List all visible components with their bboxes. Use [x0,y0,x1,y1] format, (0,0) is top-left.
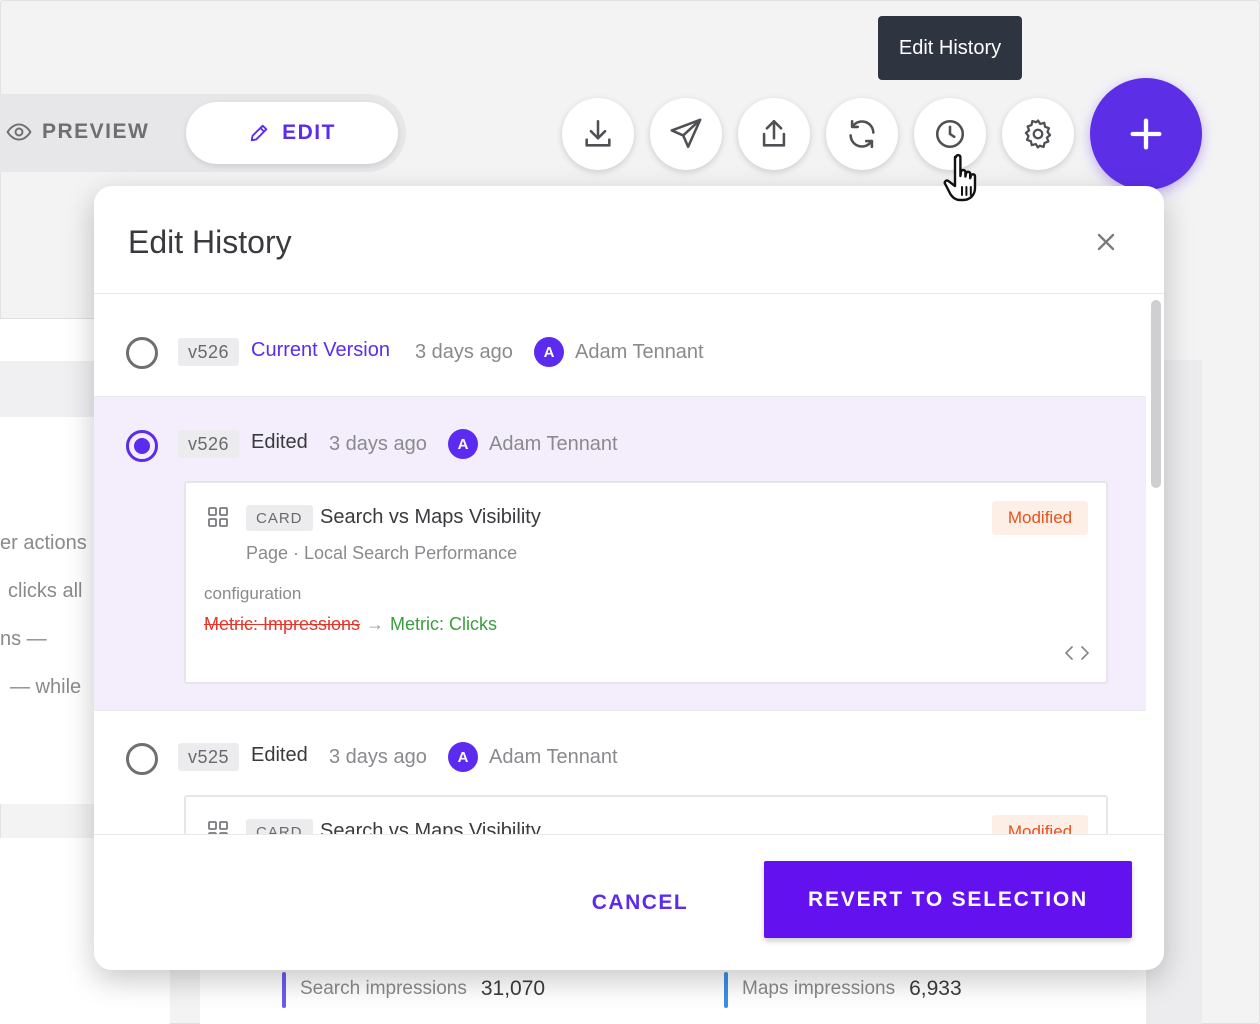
edit-label: EDIT [282,121,336,144]
settings-button[interactable] [1002,98,1074,170]
background-panel [0,318,100,804]
avatar: A [534,337,564,367]
revert-to-selection-button[interactable]: REVERT TO SELECTION [764,861,1132,938]
version-status: Edited [251,744,308,766]
share-button[interactable] [738,98,810,170]
add-button[interactable] [1090,78,1202,190]
dialog-title: Edit History [128,224,292,260]
code-icon[interactable] [1064,643,1090,663]
modified-badge: Modified [992,815,1088,834]
diff-new-value: Metric: Clicks [390,614,498,634]
version-timestamp: 3 days ago [415,341,513,363]
change-type-badge: CARD [246,819,313,834]
close-icon[interactable] [1092,228,1120,256]
history-entry[interactable]: v525 Edited 3 days ago A Adam Tennant CA… [94,711,1146,834]
stat-label: Search impressions [300,978,467,999]
edit-tab[interactable]: EDIT [186,102,398,164]
send-button[interactable] [650,98,722,170]
version-radio[interactable] [126,337,158,369]
change-card: CARD Search vs Maps Visibility Modified [184,795,1108,834]
version-timestamp: 3 days ago [329,433,427,455]
eye-icon [6,123,32,141]
stat-value: 31,070 [480,977,546,1000]
change-card-title: Search vs Maps Visibility [320,820,541,834]
gear-icon [1024,119,1052,149]
change-page-path: Page · Local Search Performance [246,543,518,563]
dialog-header: Edit History [94,186,1164,294]
stat-maps-impressions: Maps impressions 6,933 [724,972,962,1008]
background-text: ns — [0,628,47,650]
grid-icon [208,821,228,834]
stat-color-bar [282,972,286,1008]
plus-icon [1130,118,1162,150]
diff-old-value: Metric: Impressions [204,614,361,634]
history-icon [935,119,965,149]
background-text: er actions [0,532,87,554]
refresh-icon [849,119,875,149]
version-badge: v526 [178,338,240,366]
change-card-title: Search vs Maps Visibility [320,506,541,528]
version-badge: v525 [178,743,240,771]
version-status: Edited [251,431,308,453]
history-entry-selected[interactable]: v526 Edited 3 days ago A Adam Tennant CA… [94,397,1146,711]
stat-color-bar [724,972,728,1008]
author-name: Adam Tennant [575,341,704,363]
scrollbar[interactable] [1148,294,1164,834]
stat-search-impressions: Search impressions 31,070 [282,972,546,1008]
download-icon [585,119,611,147]
stat-value: 6,933 [909,977,962,1000]
author-name: Adam Tennant [489,746,618,768]
diff-arrow: → [366,614,385,634]
version-radio[interactable] [126,743,158,775]
background-text: clicks all [8,580,83,602]
download-button[interactable] [562,98,634,170]
change-field-label: configuration [204,584,302,603]
hand-cursor-icon [943,154,977,202]
author-name: Adam Tennant [489,433,618,455]
version-status: Current Version [251,339,390,361]
cancel-button[interactable]: CANCEL [572,883,708,923]
edit-history-tooltip: Edit History [878,16,1022,80]
modified-badge: Modified [992,501,1088,535]
avatar: A [448,429,478,459]
pencil-icon [250,124,268,142]
scrollbar-thumb[interactable] [1151,300,1161,488]
preview-label: PREVIEW [42,120,150,143]
history-entry[interactable]: v526 Current Version 3 days ago A Adam T… [94,294,1146,397]
change-type-badge: CARD [246,505,313,531]
send-icon [670,118,702,149]
refresh-button[interactable] [826,98,898,170]
version-radio-selected[interactable] [126,430,158,462]
background-panel-header [0,361,100,417]
avatar: A [448,742,478,772]
mode-toggle: PREVIEW EDIT [0,94,406,172]
edit-history-dialog: Edit History v526 Current Version 3 days… [94,186,1164,970]
dialog-footer: CANCEL REVERT TO SELECTION [94,834,1164,970]
preview-tab[interactable]: PREVIEW [6,112,149,152]
change-diff: Metric: Impressions → Metric: Clicks [204,614,497,635]
version-badge: v526 [178,430,240,458]
share-icon [762,119,786,147]
grid-icon [208,507,228,527]
change-card: CARD Search vs Maps Visibility Modified … [184,481,1108,684]
stat-label: Maps impressions [742,978,896,999]
version-timestamp: 3 days ago [329,746,427,768]
history-list: v526 Current Version 3 days ago A Adam T… [94,294,1146,834]
